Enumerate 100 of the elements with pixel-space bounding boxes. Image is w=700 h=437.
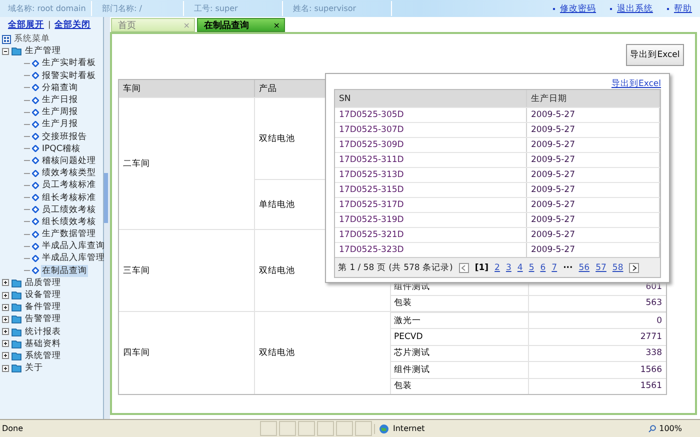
tree-item[interactable]: 生产日报 (41, 94, 79, 106)
tree-item[interactable]: 在制品查询 (41, 264, 88, 277)
table-cell: 二车间 (119, 98, 255, 229)
table-cell-text: 2771 (639, 331, 663, 344)
page-link[interactable]: 5 (528, 262, 534, 272)
collapse-all-link[interactable]: 全部关闭 (54, 18, 91, 30)
table-cell: 17D0525-313D (335, 168, 527, 182)
zone-label: Internet (393, 424, 425, 433)
table-cell: 2009-5-27 (527, 123, 660, 137)
tab[interactable]: 首页 × (111, 18, 195, 32)
table-cell: 四车间 (119, 312, 255, 394)
tab[interactable]: 在制品查询 × (197, 18, 285, 32)
tree-item[interactable]: 报警实时看板 (41, 70, 97, 82)
tree-item[interactable]: 组长绩效考核 (41, 216, 97, 228)
tree-item[interactable]: 统计报表 (24, 326, 62, 338)
expand-icon[interactable] (2, 316, 9, 323)
tree-item[interactable]: 员工考核标准 (41, 179, 97, 192)
table-cell-text: 1566 (639, 364, 663, 377)
tree-item[interactable]: 关于 (24, 362, 44, 374)
page-link[interactable]: 57 (596, 262, 606, 272)
page-link[interactable]: 3 (506, 262, 512, 272)
export-button[interactable]: 导出到Excel (626, 44, 684, 66)
menu-title: 系统菜单 (13, 33, 51, 46)
table-cell: 2009-5-27 (527, 228, 660, 242)
expand-icon[interactable] (2, 279, 9, 286)
tree-item[interactable]: 组长考核标准 (41, 192, 97, 204)
folder-icon (11, 302, 22, 312)
table-cell-text: 0 (656, 314, 663, 328)
collapse-handle[interactable] (104, 173, 108, 223)
header-link[interactable]: 修改密码 (553, 2, 596, 14)
tree-item[interactable]: IPQC稽核 (41, 142, 82, 155)
table-cell: 17D0525-317D (335, 198, 527, 212)
table-cell: 17D0525-321D (335, 228, 527, 242)
tree-item[interactable]: 生产数据管理 (41, 228, 97, 240)
tree-item[interactable]: 交接班报告 (41, 130, 88, 143)
column-header: SN (335, 90, 527, 107)
link-separator: | (48, 20, 51, 29)
tree-item[interactable]: 半成品入库查询 (41, 240, 106, 252)
chevron-left-icon (461, 264, 466, 270)
tree-item[interactable]: 绩效考核类型 (41, 167, 97, 180)
tree-item[interactable]: 半成品入库管理 (41, 252, 106, 264)
user-info-field: 工号: super (186, 1, 283, 16)
tree-item[interactable]: 系统管理 (24, 350, 62, 362)
tree-item[interactable]: 生产周报 (41, 106, 79, 118)
table-cell-text: 601 (644, 280, 663, 294)
page-link[interactable]: 56 (578, 262, 590, 272)
expand-icon[interactable] (2, 304, 9, 311)
header-link[interactable]: 退出系统 (610, 2, 653, 14)
page-link[interactable]: 4 (517, 262, 523, 272)
page-link[interactable]: 58 (612, 262, 624, 272)
user-info-field: 姓名: supervisor (285, 1, 392, 16)
tree-item[interactable]: 生产月报 (41, 118, 79, 130)
header-link[interactable]: 帮助 (667, 2, 692, 14)
tree-item[interactable]: 品质管理 (24, 276, 62, 289)
table-cell: 17D0525-311D (335, 153, 527, 167)
collapse-icon[interactable] (2, 48, 9, 55)
page-ellipsis: ··· (563, 262, 573, 272)
status-text: Done (1, 424, 24, 433)
page-link[interactable]: 2 (494, 262, 500, 272)
tree-item[interactable]: 员工绩效考核 (41, 204, 97, 216)
folder-icon (11, 314, 22, 324)
page-link[interactable]: 6 (540, 262, 546, 272)
expand-all-link[interactable]: 全部展开 (8, 18, 44, 30)
menu-grid-icon (2, 34, 11, 44)
expand-icon[interactable] (2, 340, 9, 348)
page-link[interactable]: 7 (552, 262, 558, 272)
table-cell: 包装 (391, 378, 529, 394)
table-cell: 17D0525-307D (335, 123, 527, 137)
tree-item[interactable]: 分箱查询 (41, 82, 79, 94)
column-header: 生产日期 (527, 90, 660, 107)
table-cell-text: 1561 (639, 380, 663, 394)
table-cell: 2009-5-27 (527, 108, 660, 122)
expand-icon[interactable] (2, 328, 9, 336)
previous-page-button[interactable] (458, 262, 469, 272)
export-link[interactable]: 导出到Excel (611, 79, 661, 89)
tree-item[interactable]: 设备管理 (24, 289, 62, 302)
tree-item[interactable]: 生产管理 (24, 45, 62, 58)
status-pane (317, 421, 334, 436)
zoom-level[interactable]: 100% (659, 424, 682, 433)
next-page-button[interactable] (629, 262, 640, 272)
table-cell: 17D0525-309D (335, 138, 527, 152)
folder-icon (11, 278, 22, 288)
expand-icon[interactable] (2, 364, 9, 372)
tree-item[interactable]: 备件管理 (24, 301, 62, 314)
globe-icon (379, 424, 389, 434)
table-cell: 17D0525-305D (335, 108, 527, 122)
folder-icon (11, 290, 22, 300)
status-pane (355, 421, 372, 436)
close-icon[interactable]: × (273, 20, 280, 30)
page-link[interactable]: [1] (474, 262, 489, 272)
tree-item[interactable]: 生产实时看板 (41, 57, 97, 70)
tree-item[interactable]: 稽核问题处理 (41, 154, 97, 167)
table-cell: 2009-5-27 (527, 183, 660, 197)
expand-icon[interactable] (2, 292, 9, 299)
table-cell: 芯片测试 (391, 346, 529, 362)
tree-item[interactable]: 基础资料 (24, 338, 62, 350)
table-cell: 2009-5-27 (527, 168, 660, 182)
tree-item[interactable]: 告警管理 (24, 313, 62, 326)
user-info-field: 部门名称: / (94, 1, 184, 16)
expand-icon[interactable] (2, 352, 9, 360)
